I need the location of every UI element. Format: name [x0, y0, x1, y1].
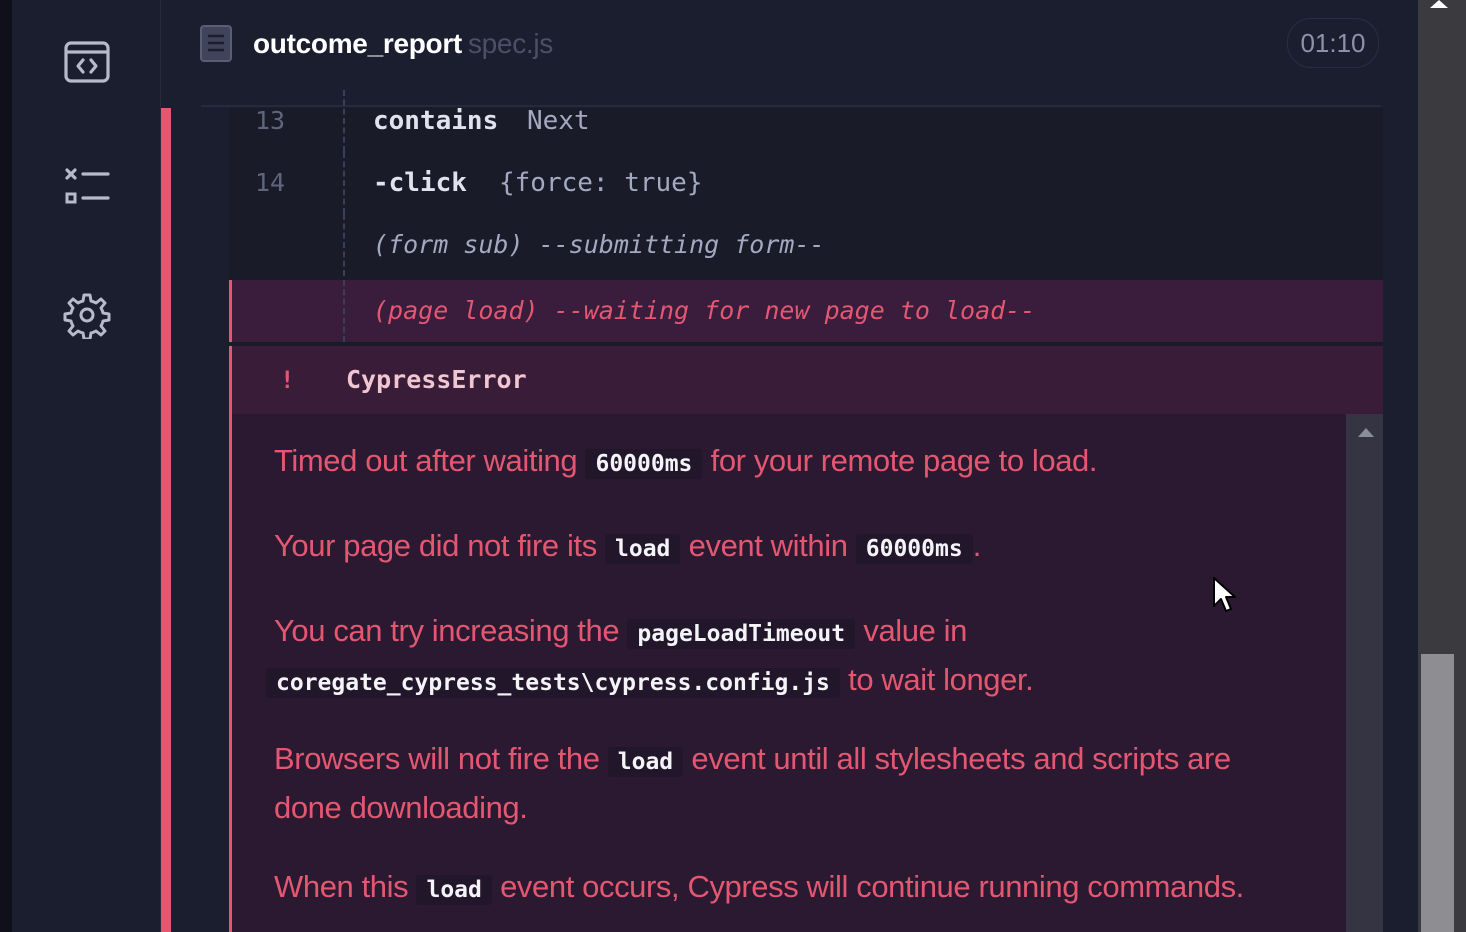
event-message: --submitting form--	[538, 230, 825, 259]
command-connector	[343, 90, 345, 152]
command-log: 13 contains Next 14 -click {force: true}…	[229, 90, 1383, 932]
error-title: CypressError	[346, 365, 527, 394]
error-alert-icon: !	[280, 366, 295, 394]
gear-icon	[63, 293, 111, 339]
sidebar-item-specs[interactable]	[61, 36, 113, 88]
error-text: for your remote page to load.	[710, 443, 1098, 478]
duration-timer: 01:10	[1287, 18, 1379, 68]
command-number: 13	[255, 106, 286, 135]
runs-list-icon	[65, 168, 110, 204]
document-icon	[200, 25, 232, 62]
command-name: contains	[373, 106, 499, 136]
command-name: -click	[373, 168, 467, 198]
scrollbar-thumb[interactable]	[1421, 654, 1454, 932]
event-name: (page load)	[373, 296, 539, 325]
command-number: 14	[255, 168, 286, 197]
event-text: (form sub) --submitting form--	[373, 214, 825, 276]
error-scrollbar[interactable]	[1346, 414, 1383, 932]
error-paragraph: Your page did not fire its load event wi…	[274, 523, 1304, 572]
error-text: value in	[863, 613, 967, 648]
spec-extension: spec.js	[467, 28, 553, 59]
window-left-edge	[0, 0, 12, 932]
error-text: Browsers will not fire the	[274, 741, 600, 776]
command-message: {force: true}	[499, 168, 703, 198]
error-code: load	[416, 875, 492, 905]
event-row-failed[interactable]: (page load) --waiting for new page to lo…	[229, 280, 1383, 342]
event-text: (page load) --waiting for new page to lo…	[373, 280, 1035, 342]
error-text: to wait longer.	[848, 662, 1034, 697]
error-text: .	[972, 528, 982, 563]
reporter-panel: outcome_report spec.js 01:10 13 contains …	[161, 0, 1418, 932]
spec-header: outcome_report spec.js 01:10	[161, 0, 1418, 96]
error-code: load	[607, 747, 684, 777]
window-scrollbar[interactable]	[1418, 0, 1466, 932]
code-window-icon	[64, 41, 110, 83]
error-text: event within	[688, 528, 848, 563]
spec-title: outcome_report spec.js	[253, 28, 553, 60]
event-row[interactable]: (form sub) --submitting form--	[229, 214, 1383, 276]
test-failed-indicator	[161, 108, 171, 932]
sidebar-item-runs[interactable]	[61, 162, 113, 214]
error-code: pageLoadTimeout	[627, 619, 856, 649]
error-message-panel: Timed out after waiting 60000ms for your…	[229, 414, 1383, 932]
error-text: event occurs, Cypress will continue runn…	[500, 869, 1244, 904]
mouse-cursor-icon	[1213, 577, 1236, 612]
command-connector	[343, 280, 345, 342]
error-code: 60000ms	[855, 534, 973, 564]
error-header: ! CypressError	[229, 346, 1383, 414]
event-message: --waiting for new page to load--	[553, 296, 1036, 325]
error-text: Your page did not fire its	[274, 528, 597, 563]
error-text: You can try increasing the	[274, 613, 620, 648]
sidebar-nav	[12, 0, 161, 932]
command-message: Next	[527, 106, 590, 136]
sidebar-item-settings[interactable]	[61, 289, 113, 341]
error-paragraph: Browsers will not fire the load event un…	[274, 736, 1304, 830]
command-connector	[343, 152, 345, 214]
scroll-up-arrow-icon[interactable]	[1358, 428, 1374, 437]
spec-name: outcome_report	[253, 28, 462, 59]
error-paragraph: You can try increasing the pageLoadTimeo…	[266, 608, 1304, 706]
error-code: load	[605, 534, 681, 564]
command-row[interactable]: 14 -click {force: true}	[229, 152, 1383, 214]
error-paragraph: Timed out after waiting 60000ms for your…	[274, 438, 1304, 487]
event-name: (form sub)	[373, 230, 524, 259]
error-text: When this	[274, 869, 409, 904]
command-row[interactable]: 13 contains Next	[229, 90, 1383, 152]
scroll-up-arrow-icon[interactable]	[1430, 0, 1448, 8]
error-paragraph: When this load event occurs, Cypress wil…	[274, 864, 1334, 913]
error-text: Timed out after waiting	[274, 443, 578, 478]
error-code: coregate_cypress_tests\cypress.config.js	[266, 668, 840, 698]
error-code: 60000ms	[585, 449, 703, 479]
command-connector	[343, 214, 345, 276]
